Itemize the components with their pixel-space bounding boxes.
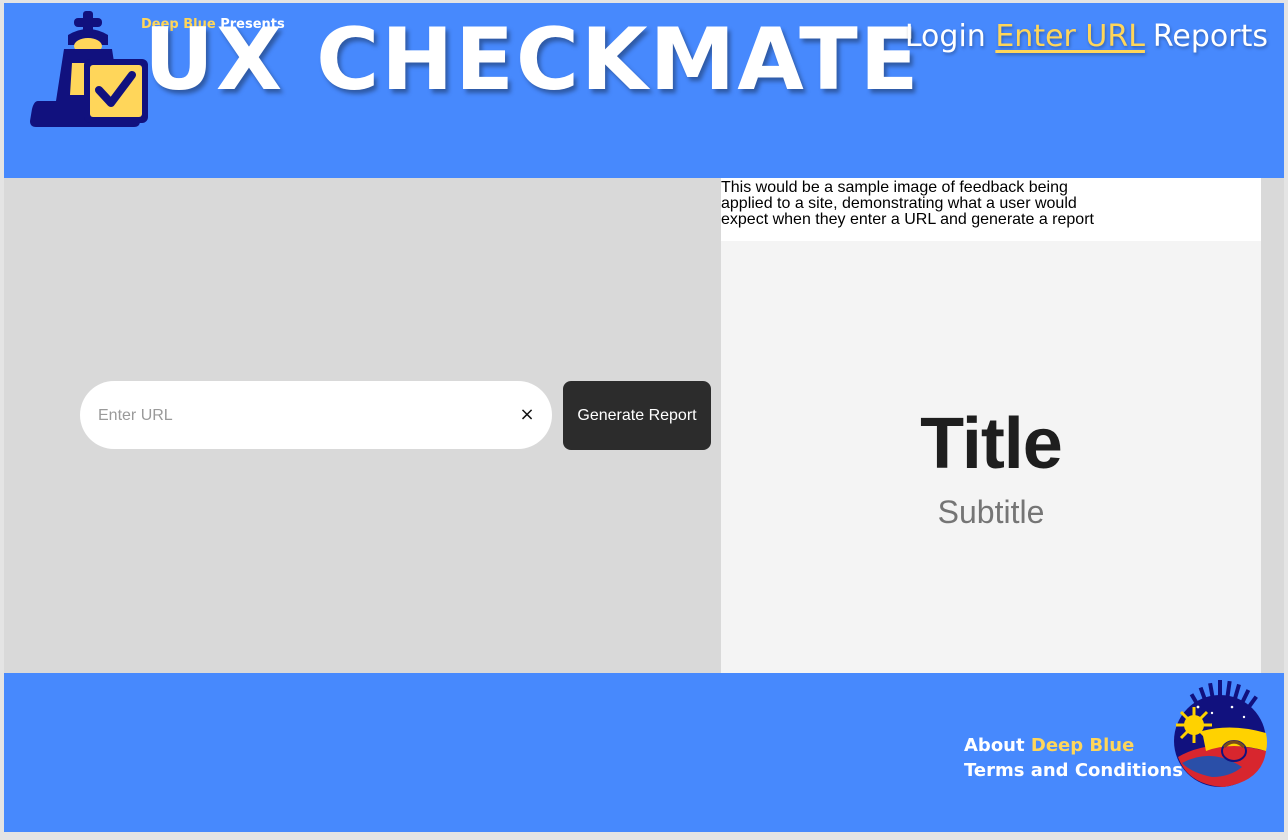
nav-enter-url-link[interactable]: Enter URL [995,19,1145,54]
about-prefix: About [964,735,1025,756]
chess-king-checkbox-icon[interactable] [28,9,152,129]
terms-link[interactable]: Terms and Conditions [964,760,1183,781]
nav-login-link[interactable]: Login [905,19,986,54]
generate-report-button[interactable]: Generate Report [563,381,711,450]
footer-links: About Deep Blue Terms and Conditions [964,733,1183,783]
page-frame: Deep Blue Presents UX CHECKMATE Login En… [4,3,1284,832]
close-icon[interactable]: × [516,403,538,427]
url-input[interactable] [96,381,500,451]
preview-subtitle: Subtitle [937,494,1045,530]
sample-caption: This would be a sample image of feedback… [721,178,1261,241]
main-nav: Login Enter URL Reports [905,19,1268,54]
url-search-bar: × [80,381,552,451]
sun-crown-emblem-icon [1174,680,1267,787]
preview-title: Title [920,404,1063,484]
nav-reports-link[interactable]: Reports [1153,19,1268,54]
about-brand: Deep Blue [1030,735,1135,756]
site-header: Deep Blue Presents UX CHECKMATE Login En… [4,3,1284,178]
site-title: UX CHECKMATE [144,10,921,110]
about-link[interactable]: About Deep Blue [964,735,1134,756]
site-footer: About Deep Blue Terms and Conditions [4,673,1284,832]
sample-preview-card: Title Subtitle [721,241,1261,673]
